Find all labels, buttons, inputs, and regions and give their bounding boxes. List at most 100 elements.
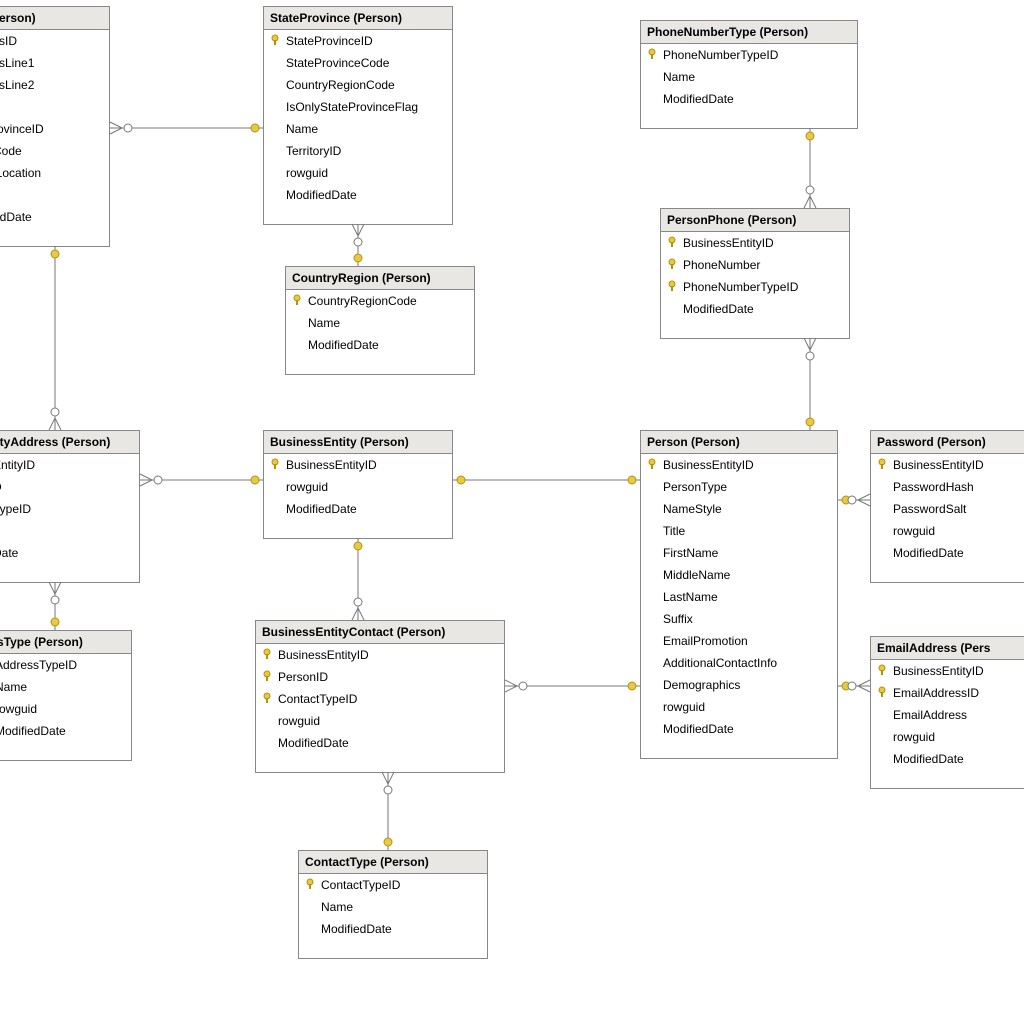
- column-name: BusinessEntityID: [663, 458, 754, 472]
- column-name: lLocation: [0, 166, 41, 180]
- column-row[interactable]: PersonType: [641, 476, 837, 498]
- column-row[interactable]: StateProvinceCode: [264, 52, 452, 74]
- column-row[interactable]: ModifiedDate: [299, 918, 487, 940]
- column-row[interactable]: IsOnlyStateProvinceFlag: [264, 96, 452, 118]
- key-spacer: [270, 144, 280, 158]
- column-row[interactable]: PhoneNumberTypeID: [641, 44, 857, 66]
- column-row[interactable]: EmailPromotion: [641, 630, 837, 652]
- table-password[interactable]: Password (Person)BusinessEntityIDPasswor…: [870, 430, 1024, 583]
- column-row[interactable]: LastName: [641, 586, 837, 608]
- column-row[interactable]: BusinessEntityID: [641, 454, 837, 476]
- table-address[interactable]: s (Person)ssIDssLine1ssLine2 rovinceID Cod…: [0, 6, 110, 247]
- column-row[interactable]: Name: [299, 896, 487, 918]
- column-name: rowguid: [286, 166, 328, 180]
- column-row[interactable]: BusinessEntityID: [661, 232, 849, 254]
- column-row[interactable]: PhoneNumberTypeID: [661, 276, 849, 298]
- table-personphone[interactable]: PersonPhone (Person)BusinessEntityIDPhon…: [660, 208, 850, 339]
- table-person[interactable]: Person (Person)BusinessEntityIDPersonTyp…: [640, 430, 838, 759]
- column-row[interactable]: AdditionalContactInfo: [641, 652, 837, 674]
- column-row[interactable]: Name: [264, 118, 452, 140]
- column-row[interactable]: Name: [286, 312, 474, 334]
- column-row[interactable]: ssLine1: [0, 52, 109, 74]
- column-row[interactable]: StateProvinceID: [264, 30, 452, 52]
- column-row[interactable]: Name: [641, 66, 857, 88]
- key-spacer: [262, 736, 272, 750]
- column-row[interactable]: BusinessEntityID: [264, 454, 452, 476]
- column-row[interactable]: rowguid: [871, 726, 1024, 748]
- table-addresstype[interactable]: ressType (Person)AddressTypeIDNamerowgui…: [0, 630, 132, 761]
- table-bea[interactable]: EntityAddress (Person)EntityIDDTypeIDDat…: [0, 430, 140, 583]
- column-row[interactable]: rowguid: [871, 520, 1024, 542]
- table-phonenumbertype[interactable]: PhoneNumberType (Person)PhoneNumberTypeI…: [640, 20, 858, 129]
- column-row[interactable]: MiddleName: [641, 564, 837, 586]
- column-row[interactable]: ModifiedDate: [641, 718, 837, 740]
- column-row[interactable]: ModifiedDate: [0, 720, 131, 742]
- column-row[interactable]: rowguid: [641, 696, 837, 718]
- column-row[interactable]: EntityID: [0, 454, 139, 476]
- column-row[interactable]: Demographics: [641, 674, 837, 696]
- table-header: PhoneNumberType (Person): [641, 21, 857, 44]
- column-row[interactable]: D: [0, 476, 139, 498]
- column-row[interactable]: ModifiedDate: [641, 88, 857, 110]
- column-row[interactable]: Name: [0, 676, 131, 698]
- column-row[interactable]: ContactTypeID: [299, 874, 487, 896]
- column-row[interactable]: EmailAddressID: [871, 682, 1024, 704]
- column-row[interactable]: ContactTypeID: [256, 688, 504, 710]
- column-row[interactable]: ModifiedDate: [661, 298, 849, 320]
- column-row[interactable]: CountryRegionCode: [286, 290, 474, 312]
- column-row[interactable]: rovinceID: [0, 118, 109, 140]
- column-row[interactable]: Code: [0, 140, 109, 162]
- key-spacer: [877, 546, 887, 560]
- column-row[interactable]: PasswordSalt: [871, 498, 1024, 520]
- column-row[interactable]: ModifiedDate: [264, 184, 452, 206]
- column-row[interactable]: d: [0, 184, 109, 206]
- column-row[interactable]: BusinessEntityID: [871, 454, 1024, 476]
- column-row[interactable]: ModifiedDate: [256, 732, 504, 754]
- column-row[interactable]: AddressTypeID: [0, 654, 131, 676]
- column-row[interactable]: NameStyle: [641, 498, 837, 520]
- column-row[interactable]: EmailAddress: [871, 704, 1024, 726]
- column-row[interactable]: BusinessEntityID: [871, 660, 1024, 682]
- column-row[interactable]: Title: [641, 520, 837, 542]
- column-row[interactable]: edDate: [0, 206, 109, 228]
- column-row[interactable]: ssID: [0, 30, 109, 52]
- column-row[interactable]: rowguid: [264, 162, 452, 184]
- column-row[interactable]: PersonID: [256, 666, 504, 688]
- column-row[interactable]: ssLine2: [0, 74, 109, 96]
- column-name: MiddleName: [663, 568, 730, 582]
- column-row[interactable]: ModifiedDate: [286, 334, 474, 356]
- column-name: StateProvinceID: [286, 34, 373, 48]
- table-header: s (Person): [0, 7, 109, 30]
- column-row[interactable]: BusinessEntityID: [256, 644, 504, 666]
- column-row[interactable]: ModifiedDate: [871, 542, 1024, 564]
- column-row[interactable]: ModifiedDate: [264, 498, 452, 520]
- column-row[interactable]: TerritoryID: [264, 140, 452, 162]
- column-row[interactable]: PhoneNumber: [661, 254, 849, 276]
- key-icon: [877, 458, 887, 472]
- column-row[interactable]: Date: [0, 542, 139, 564]
- column-name: Code: [0, 144, 22, 158]
- table-emailaddress[interactable]: EmailAddress (PersBusinessEntityIDEmailA…: [870, 636, 1024, 789]
- key-spacer: [667, 302, 677, 316]
- column-row[interactable]: PasswordHash: [871, 476, 1024, 498]
- column-row[interactable]: rowguid: [0, 698, 131, 720]
- column-row[interactable]: lLocation: [0, 162, 109, 184]
- table-bec[interactable]: BusinessEntityContact (Person)BusinessEn…: [255, 620, 505, 773]
- column-row[interactable]: [0, 520, 139, 542]
- column-row[interactable]: rowguid: [264, 476, 452, 498]
- key-spacer: [647, 92, 657, 106]
- column-row[interactable]: ModifiedDate: [871, 748, 1024, 770]
- table-countryregion[interactable]: CountryRegion (Person)CountryRegionCodeN…: [285, 266, 475, 375]
- table-stateprovince[interactable]: StateProvince (Person)StateProvinceIDSta…: [263, 6, 453, 225]
- column-row[interactable]: CountryRegionCode: [264, 74, 452, 96]
- column-row[interactable]: FirstName: [641, 542, 837, 564]
- column-row[interactable]: [0, 96, 109, 118]
- key-icon: [647, 458, 657, 472]
- table-contacttype[interactable]: ContactType (Person)ContactTypeIDNameMod…: [298, 850, 488, 959]
- column-row[interactable]: rowguid: [256, 710, 504, 732]
- column-name: PasswordSalt: [893, 502, 966, 516]
- column-name: rovinceID: [0, 122, 44, 136]
- column-row[interactable]: Suffix: [641, 608, 837, 630]
- table-businessentity[interactable]: BusinessEntity (Person)BusinessEntityIDr…: [263, 430, 453, 539]
- column-row[interactable]: TypeID: [0, 498, 139, 520]
